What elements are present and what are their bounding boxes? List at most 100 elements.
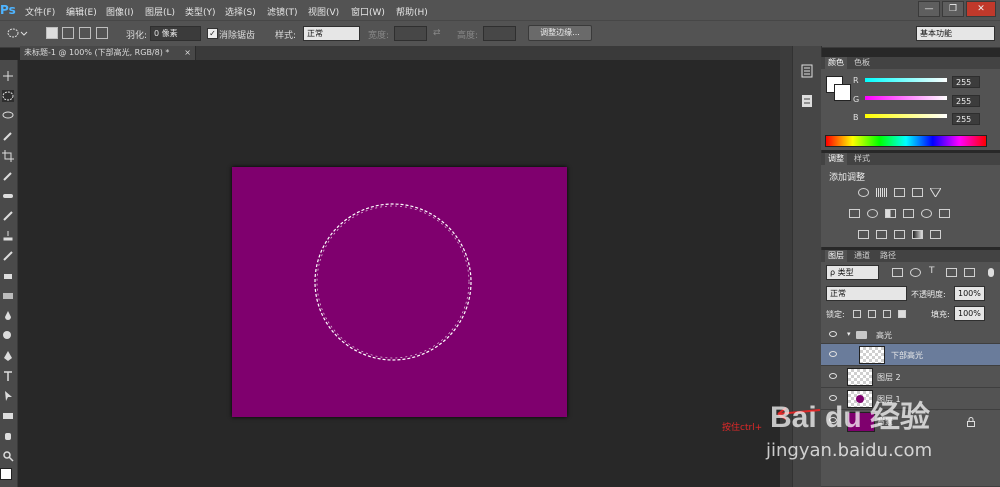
filter-type-icon[interactable]: T bbox=[929, 266, 935, 276]
filter-toggle-icon[interactable] bbox=[988, 268, 994, 277]
selective-color-icon[interactable] bbox=[930, 230, 941, 239]
menu-window[interactable]: 窗口(W) bbox=[351, 5, 385, 18]
tab-layers[interactable]: 图层 bbox=[825, 250, 847, 262]
exposure-icon[interactable] bbox=[912, 188, 923, 197]
g-channel-slider[interactable] bbox=[865, 96, 947, 100]
move-tool-icon[interactable] bbox=[2, 70, 14, 82]
brightness-contrast-icon[interactable] bbox=[858, 188, 869, 197]
properties-panel-icon[interactable] bbox=[801, 94, 813, 108]
photo-filter-icon[interactable] bbox=[903, 209, 914, 218]
fill-input[interactable]: 100% bbox=[954, 306, 985, 321]
filter-shape-icon[interactable] bbox=[946, 268, 957, 277]
eraser-tool-icon[interactable] bbox=[2, 270, 14, 282]
menu-help[interactable]: 帮助(H) bbox=[396, 5, 428, 18]
quick-selection-tool-icon[interactable] bbox=[2, 130, 14, 142]
gradient-tool-icon[interactable] bbox=[2, 290, 14, 302]
lock-image-icon[interactable] bbox=[868, 310, 876, 318]
menu-file[interactable]: 文件(F) bbox=[25, 5, 55, 18]
close-tab-icon[interactable]: × bbox=[184, 46, 191, 60]
background-color-chip[interactable] bbox=[834, 84, 851, 101]
width-input[interactable] bbox=[394, 26, 427, 41]
brush-tool-icon[interactable] bbox=[2, 210, 14, 222]
g-channel-value[interactable]: 255 bbox=[952, 95, 980, 107]
workspace-select[interactable]: 基本功能 bbox=[916, 26, 995, 41]
dodge-tool-icon[interactable] bbox=[2, 330, 14, 342]
gradient-map-icon[interactable] bbox=[912, 230, 923, 239]
visibility-eye-icon[interactable] bbox=[829, 373, 837, 379]
healing-brush-tool-icon[interactable] bbox=[2, 190, 14, 202]
elliptical-marquee-tool-preset-icon[interactable] bbox=[6, 27, 28, 39]
channel-mixer-icon[interactable] bbox=[921, 209, 932, 218]
b-channel-slider[interactable] bbox=[865, 114, 947, 118]
color-lookup-icon[interactable] bbox=[939, 209, 950, 218]
pen-tool-icon[interactable] bbox=[2, 350, 14, 362]
menu-type[interactable]: 类型(Y) bbox=[185, 5, 216, 18]
close-button[interactable]: ✕ bbox=[966, 1, 996, 17]
menu-edit[interactable]: 编辑(E) bbox=[66, 5, 97, 18]
color-balance-icon[interactable] bbox=[867, 209, 878, 218]
posterize-icon[interactable] bbox=[876, 230, 887, 239]
tab-swatches[interactable]: 色板 bbox=[851, 57, 873, 69]
color-spectrum-bar[interactable] bbox=[825, 135, 987, 147]
swap-icon[interactable]: ⇄ bbox=[433, 28, 441, 38]
feather-input[interactable]: 0 像素 bbox=[150, 26, 201, 41]
lasso-tool-icon[interactable] bbox=[2, 110, 14, 122]
r-channel-value[interactable]: 255 bbox=[952, 76, 980, 88]
add-to-selection-icon[interactable] bbox=[62, 27, 74, 39]
intersect-selection-icon[interactable] bbox=[96, 27, 108, 39]
layer-group-row[interactable]: ▾ 高光 bbox=[821, 326, 1000, 344]
restore-button[interactable]: ❐ bbox=[942, 1, 964, 17]
black-white-icon[interactable] bbox=[885, 209, 896, 218]
height-input[interactable] bbox=[483, 26, 516, 41]
filter-adjustment-icon[interactable] bbox=[910, 268, 921, 277]
blend-mode-select[interactable]: 正常 bbox=[826, 286, 907, 301]
crop-tool-icon[interactable] bbox=[2, 150, 14, 162]
curves-icon[interactable] bbox=[894, 188, 905, 197]
hue-saturation-icon[interactable] bbox=[849, 209, 860, 218]
history-brush-tool-icon[interactable] bbox=[2, 250, 14, 262]
threshold-icon[interactable] bbox=[894, 230, 905, 239]
menu-image[interactable]: 图像(I) bbox=[106, 5, 134, 18]
menu-select[interactable]: 选择(S) bbox=[225, 5, 256, 18]
layer-row-selected[interactable]: 下部高光 bbox=[821, 344, 1000, 366]
vibrance-icon[interactable] bbox=[930, 188, 941, 197]
layer-filter-select[interactable]: ρ 类型 bbox=[826, 265, 879, 280]
r-channel-slider[interactable] bbox=[865, 78, 947, 82]
antialias-checkbox[interactable]: ✓ bbox=[207, 28, 218, 39]
filter-pixel-icon[interactable] bbox=[892, 268, 903, 277]
menu-view[interactable]: 视图(V) bbox=[308, 5, 339, 18]
refine-edge-button[interactable]: 调整边缘... bbox=[528, 25, 592, 41]
foreground-color-swatch[interactable] bbox=[0, 468, 12, 480]
visibility-eye-icon[interactable] bbox=[829, 331, 837, 337]
minimize-button[interactable]: — bbox=[918, 1, 940, 17]
levels-icon[interactable] bbox=[876, 188, 887, 197]
tab-color[interactable]: 颜色 bbox=[825, 57, 847, 69]
tab-adjustments[interactable]: 调整 bbox=[825, 153, 847, 165]
eyedropper-tool-icon[interactable] bbox=[2, 170, 14, 182]
history-panel-icon[interactable] bbox=[801, 64, 813, 78]
document-tab[interactable]: 未标题-1 @ 100% (下部高光, RGB/8) * × bbox=[20, 46, 196, 60]
lock-all-icon[interactable] bbox=[898, 310, 906, 318]
visibility-eye-icon[interactable] bbox=[829, 351, 837, 357]
menu-filter[interactable]: 滤镜(T) bbox=[267, 5, 298, 18]
clone-stamp-tool-icon[interactable] bbox=[2, 230, 14, 242]
hand-tool-icon[interactable] bbox=[2, 430, 14, 442]
menu-layer[interactable]: 图层(L) bbox=[145, 5, 175, 18]
new-selection-icon[interactable] bbox=[46, 27, 58, 39]
group-expand-chevron-icon[interactable]: ▾ bbox=[847, 330, 851, 338]
elliptical-marquee-tool-icon[interactable] bbox=[2, 90, 14, 102]
tab-styles[interactable]: 样式 bbox=[851, 153, 873, 165]
opacity-input[interactable]: 100% bbox=[954, 286, 985, 301]
zoom-tool-icon[interactable] bbox=[2, 450, 14, 462]
lock-position-icon[interactable] bbox=[883, 310, 891, 318]
path-selection-tool-icon[interactable] bbox=[2, 390, 14, 402]
layer-row[interactable]: 图层 2 bbox=[821, 366, 1000, 388]
tab-channels[interactable]: 通道 bbox=[851, 250, 873, 262]
filter-smart-object-icon[interactable] bbox=[964, 268, 975, 277]
subtract-from-selection-icon[interactable] bbox=[79, 27, 91, 39]
style-select[interactable]: 正常 bbox=[303, 26, 360, 41]
type-tool-icon[interactable] bbox=[2, 370, 14, 382]
invert-icon[interactable] bbox=[858, 230, 869, 239]
blur-tool-icon[interactable] bbox=[2, 310, 14, 322]
rectangle-tool-icon[interactable] bbox=[2, 410, 14, 422]
